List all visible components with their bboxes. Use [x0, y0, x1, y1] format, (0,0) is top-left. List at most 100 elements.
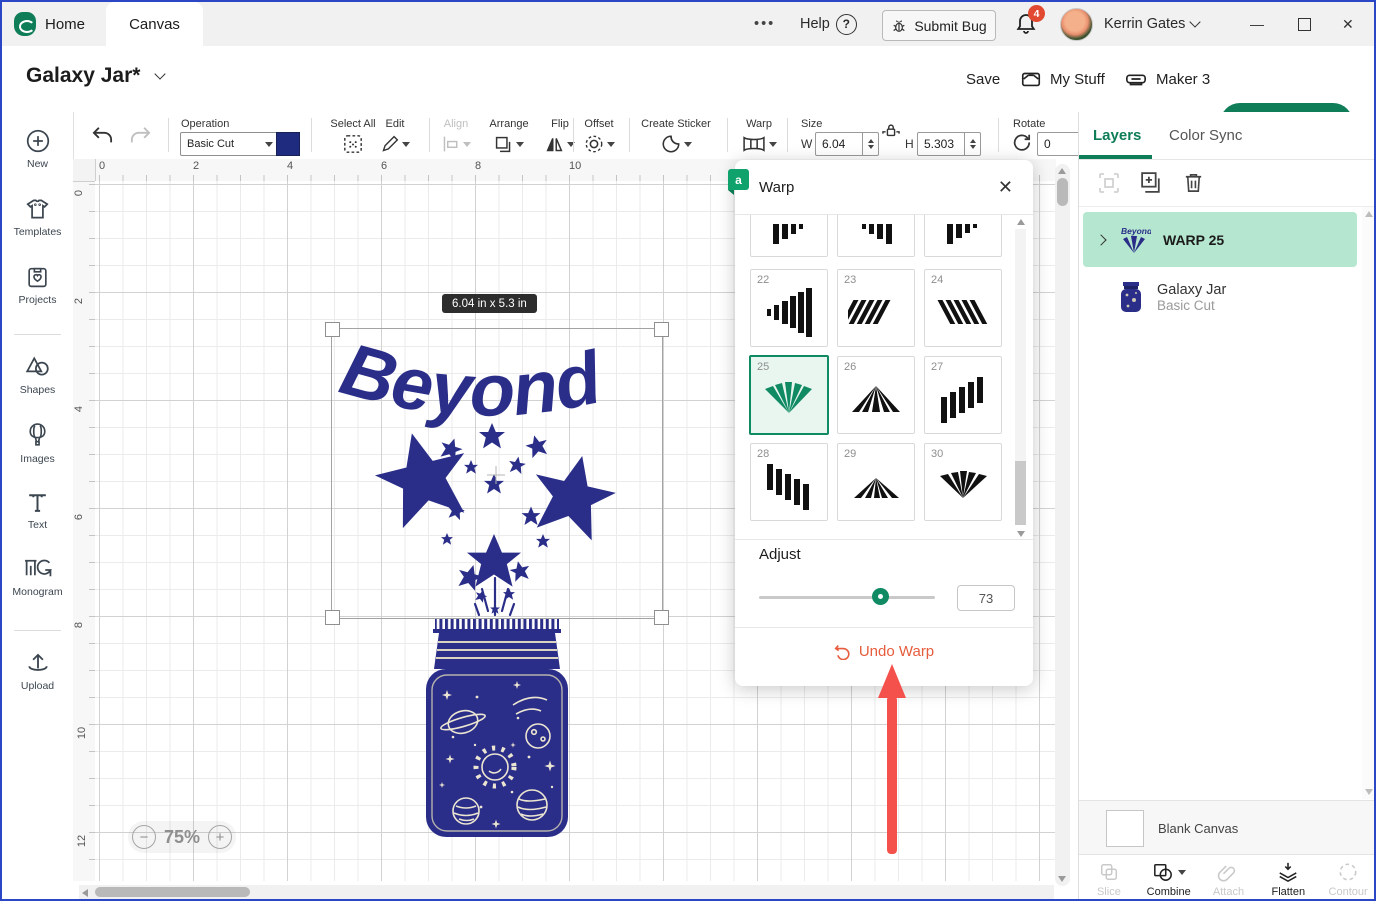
warp-style-tile-29[interactable]: 29	[837, 443, 915, 521]
scrollbar-thumb[interactable]	[1057, 178, 1068, 206]
galaxy-jar-artwork[interactable]	[417, 617, 575, 839]
scrollbar-thumb[interactable]	[95, 887, 250, 897]
selection-handle[interactable]	[654, 322, 669, 337]
duplicate-icon[interactable]	[1139, 170, 1164, 195]
lock-icon[interactable]	[882, 122, 900, 139]
width-field[interactable]: 6.04	[815, 132, 879, 156]
edit-button[interactable]: Edit	[369, 118, 421, 155]
color-swatch[interactable]	[276, 132, 300, 156]
warp-style-tile-30[interactable]: 30	[924, 443, 1002, 521]
warp-style-tile-25-selected[interactable]: 25	[749, 355, 829, 435]
warp-style-tile-22[interactable]: 22	[750, 269, 828, 347]
height-field[interactable]: 5.303	[917, 132, 981, 156]
select-layers-icon[interactable]	[1097, 171, 1121, 195]
warp-style-24-icon	[935, 284, 991, 340]
sidebar-item-monogram[interactable]: Monogram	[2, 556, 73, 598]
create-sticker-button[interactable]: Create Sticker	[635, 118, 717, 155]
warp-grid-scrollbar[interactable]	[1015, 229, 1026, 525]
operation-select[interactable]: Basic Cut	[180, 132, 280, 156]
scroll-up-arrow[interactable]	[1017, 219, 1025, 225]
warp-style-tile-28[interactable]: 28	[750, 443, 828, 521]
adjust-value-field[interactable]: 73	[957, 585, 1015, 611]
align-button[interactable]: Align	[433, 118, 479, 155]
combine-button[interactable]: Combine	[1139, 855, 1199, 901]
maximize-button[interactable]	[1298, 2, 1311, 46]
tab-home[interactable]: Home	[14, 2, 85, 46]
adjust-slider-track[interactable]	[759, 596, 935, 599]
scroll-down-arrow[interactable]	[1058, 876, 1066, 882]
warp-style-tile[interactable]	[750, 215, 828, 257]
machine-select[interactable]: Maker 3	[1124, 46, 1210, 112]
layer-row-warp-25[interactable]: Beyond WARP 25	[1083, 212, 1357, 267]
width-stepper[interactable]	[862, 133, 878, 155]
adjust-slider-thumb[interactable]	[872, 588, 889, 605]
scroll-down-arrow[interactable]	[1017, 531, 1025, 537]
tab-canvas[interactable]: Canvas	[106, 2, 203, 46]
selection-box[interactable]	[331, 328, 663, 619]
user-menu[interactable]: Kerrin Gates	[1104, 2, 1199, 46]
canvas-color-swatch[interactable]	[1106, 810, 1144, 847]
warp-style-tile-23[interactable]: 23	[837, 269, 915, 347]
attach-button[interactable]: Attach	[1199, 855, 1259, 901]
tab-color-sync[interactable]: Color Sync	[1169, 112, 1242, 158]
tab-layers[interactable]: Layers	[1093, 112, 1141, 158]
warp-style-tile-27[interactable]: 27	[924, 356, 1002, 434]
warp-style-tile-26[interactable]: 26	[837, 356, 915, 434]
scroll-up-arrow[interactable]	[1058, 168, 1066, 174]
scroll-left-arrow[interactable]	[82, 889, 88, 897]
undo-button[interactable]	[91, 126, 114, 146]
sidebar-label: Upload	[21, 680, 54, 692]
avatar[interactable]	[1060, 8, 1093, 41]
sidebar-item-text[interactable]: Text	[2, 490, 73, 531]
flatten-label: Flatten	[1271, 886, 1305, 898]
ruler-number: 2	[193, 160, 199, 172]
warp-button[interactable]: Warp	[733, 118, 785, 155]
contour-button[interactable]: Contour	[1318, 855, 1376, 901]
sidebar-item-upload[interactable]: Upload	[2, 650, 73, 692]
zoom-out-button[interactable]: −	[132, 825, 156, 849]
selection-handle[interactable]	[654, 610, 669, 625]
canvas-background-row[interactable]: Blank Canvas	[1079, 800, 1376, 855]
sidebar-item-templates[interactable]: Templates	[2, 196, 73, 238]
minimize-button[interactable]: —	[1250, 2, 1280, 46]
height-stepper[interactable]	[964, 133, 980, 155]
save-button[interactable]: Save	[966, 46, 1000, 112]
project-title[interactable]: Galaxy Jar*	[26, 64, 164, 88]
scroll-down-arrow[interactable]	[1365, 789, 1373, 795]
submit-bug-button[interactable]: Submit Bug	[882, 10, 996, 41]
warp-style-tile-24[interactable]: 24	[924, 269, 1002, 347]
sidebar-item-projects[interactable]: Projects	[2, 264, 73, 306]
zoom-in-button[interactable]: +	[208, 825, 232, 849]
notifications-button[interactable]: 4	[1014, 12, 1038, 36]
slice-button[interactable]: Slice	[1079, 855, 1139, 901]
warp-style-tile[interactable]	[837, 215, 915, 257]
sidebar-item-new[interactable]: New	[2, 128, 73, 170]
selection-handle[interactable]	[325, 322, 340, 337]
horizontal-scrollbar[interactable]	[79, 885, 1054, 899]
more-menu-button[interactable]: •••	[754, 2, 775, 46]
chevron-right-icon[interactable]	[1095, 234, 1106, 245]
close-button[interactable]: ✕	[1342, 2, 1372, 46]
trash-icon[interactable]	[1182, 170, 1205, 195]
undo-warp-button[interactable]: Undo Warp	[735, 643, 1033, 660]
help-button[interactable]: Help ?	[800, 2, 857, 46]
sidebar-item-images[interactable]: Images	[2, 422, 73, 465]
layers-scrollbar[interactable]	[1362, 207, 1376, 799]
offset-button[interactable]: Offset	[576, 118, 622, 155]
warp-style-grid[interactable]: 22 23 24 25	[735, 215, 1033, 538]
flatten-button[interactable]: Flatten	[1258, 855, 1318, 901]
sidebar-item-shapes[interactable]: Shapes	[2, 354, 73, 396]
align-label: Align	[444, 118, 468, 130]
selection-handle[interactable]	[325, 610, 340, 625]
arrange-button[interactable]: Arrange	[481, 118, 537, 155]
scrollbar-thumb[interactable]	[1015, 461, 1026, 525]
scroll-up-arrow[interactable]	[1365, 211, 1373, 217]
rotate-icon[interactable]	[1011, 132, 1031, 152]
my-stuff-button[interactable]: My Stuff	[1020, 46, 1105, 112]
redo-button[interactable]	[129, 126, 152, 146]
layer-row-galaxy-jar[interactable]: Galaxy Jar Basic Cut	[1083, 270, 1357, 324]
vertical-scrollbar[interactable]	[1055, 164, 1070, 886]
flip-button[interactable]: Flip	[539, 118, 581, 155]
close-icon[interactable]: ✕	[998, 177, 1013, 198]
warp-style-tile[interactable]	[924, 215, 1002, 257]
